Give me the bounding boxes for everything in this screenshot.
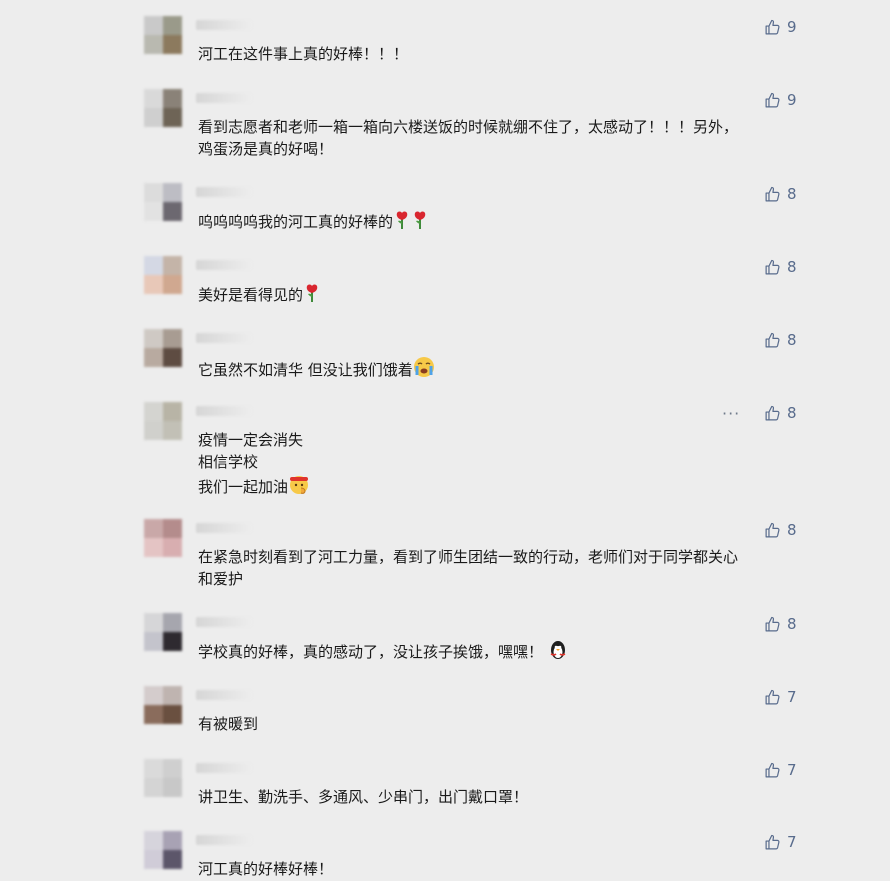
like-count: 8 xyxy=(787,521,797,539)
thumbs-up-icon xyxy=(765,186,780,201)
like-button[interactable]: 8 xyxy=(764,185,797,203)
thumbs-up-icon xyxy=(765,762,780,777)
like-count: 8 xyxy=(787,615,797,633)
rose-emoji xyxy=(393,210,411,236)
like-count: 8 xyxy=(787,258,797,276)
comment-text-content: 学校真的好棒，真的感动了，没让孩子挨饿，嘿嘿！ xyxy=(198,643,544,661)
thumbs-up-icon xyxy=(765,405,780,420)
more-options-button[interactable]: ··· xyxy=(722,404,740,423)
comment-text-content: 呜呜呜呜我的河工真的好棒的 xyxy=(198,213,394,231)
nickname-blurred[interactable] xyxy=(196,406,252,416)
like-count: 8 xyxy=(787,331,797,349)
nickname-blurred[interactable] xyxy=(196,835,252,845)
nickname-blurred[interactable] xyxy=(196,20,252,30)
avatar[interactable] xyxy=(144,519,182,557)
like-button[interactable]: 9 xyxy=(764,91,797,109)
nickname-blurred[interactable] xyxy=(196,617,252,627)
nickname-blurred[interactable] xyxy=(196,690,252,700)
thumbs-up-icon xyxy=(765,834,780,849)
fighting-emoji xyxy=(288,473,310,501)
comment-text: 学校真的好棒，真的感动了，没让孩子挨饿，嘿嘿！ xyxy=(198,640,798,666)
avatar[interactable] xyxy=(144,402,182,440)
comment-text: 在紧急时刻看到了河工力量，看到了师生团结一致的行动，老师们对于同学都关心 和爱护 xyxy=(198,548,739,588)
like-count: 7 xyxy=(787,833,797,851)
nickname-blurred[interactable] xyxy=(196,523,252,533)
like-button[interactable]: 8 xyxy=(764,521,797,539)
like-count: 9 xyxy=(787,91,797,109)
comment-text: 看到志愿者和老师一箱一箱向六楼送饭的时候就绷不住了，太感动了！！！另外， 鸡蛋汤… xyxy=(198,118,739,158)
avatar[interactable] xyxy=(144,686,182,724)
penguin-emoji xyxy=(548,640,568,666)
nickname-blurred[interactable] xyxy=(196,187,252,197)
avatar[interactable] xyxy=(144,89,182,127)
thumbs-up-icon xyxy=(765,92,780,107)
comment-text: 讲卫生、勤洗手、多通风、少串门，出门戴口罩！ xyxy=(198,788,529,806)
comment-text: 疫情一定会消失 相信学校 我们一起加油 xyxy=(198,429,798,501)
thumbs-up-icon xyxy=(765,19,780,34)
like-button[interactable]: 7 xyxy=(764,761,797,779)
thumbs-up-icon xyxy=(765,616,780,631)
like-button[interactable]: 8 xyxy=(764,615,797,633)
thumbs-up-icon xyxy=(765,259,780,274)
like-button[interactable]: 7 xyxy=(764,688,797,706)
like-count: 8 xyxy=(787,404,797,422)
comment-text: 呜呜呜呜我的河工真的好棒的 xyxy=(198,210,798,236)
comment-text-content: 它虽然不如清华 但没让我们饿着 xyxy=(198,361,413,379)
rose-emoji xyxy=(411,210,429,236)
like-button[interactable]: 8 xyxy=(764,331,797,349)
avatar[interactable] xyxy=(144,183,182,221)
thumbs-up-icon xyxy=(765,522,780,537)
comment-text: 它虽然不如清华 但没让我们饿着 xyxy=(198,356,798,384)
avatar[interactable] xyxy=(144,759,182,797)
like-button[interactable]: 9 xyxy=(764,18,797,36)
like-count: 7 xyxy=(787,688,797,706)
thumbs-up-icon xyxy=(765,689,780,704)
comment-text: 有被暖到 xyxy=(198,715,259,733)
avatar[interactable] xyxy=(144,256,182,294)
nickname-blurred[interactable] xyxy=(196,333,252,343)
nickname-blurred[interactable] xyxy=(196,260,252,270)
avatar[interactable] xyxy=(144,329,182,367)
nickname-blurred[interactable] xyxy=(196,763,252,773)
comment-text: 河工真的好棒好棒！ xyxy=(198,860,334,878)
like-button[interactable]: 8 xyxy=(764,404,797,422)
nickname-blurred[interactable] xyxy=(196,93,252,103)
avatar[interactable] xyxy=(144,613,182,651)
avatar[interactable] xyxy=(144,831,182,869)
like-button[interactable]: 7 xyxy=(764,833,797,851)
like-count: 7 xyxy=(787,761,797,779)
rose-emoji xyxy=(303,283,321,309)
avatar[interactable] xyxy=(144,16,182,54)
comment-text: 河工在这件事上真的好棒！！！ xyxy=(198,45,409,63)
like-count: 9 xyxy=(787,18,797,36)
comment-text-content: 美好是看得见的 xyxy=(198,286,304,304)
thumbs-up-icon xyxy=(765,332,780,347)
like-button[interactable]: 8 xyxy=(764,258,797,276)
like-count: 8 xyxy=(787,185,797,203)
comment-text: 美好是看得见的 xyxy=(198,283,798,309)
crying-emoji xyxy=(413,356,435,384)
